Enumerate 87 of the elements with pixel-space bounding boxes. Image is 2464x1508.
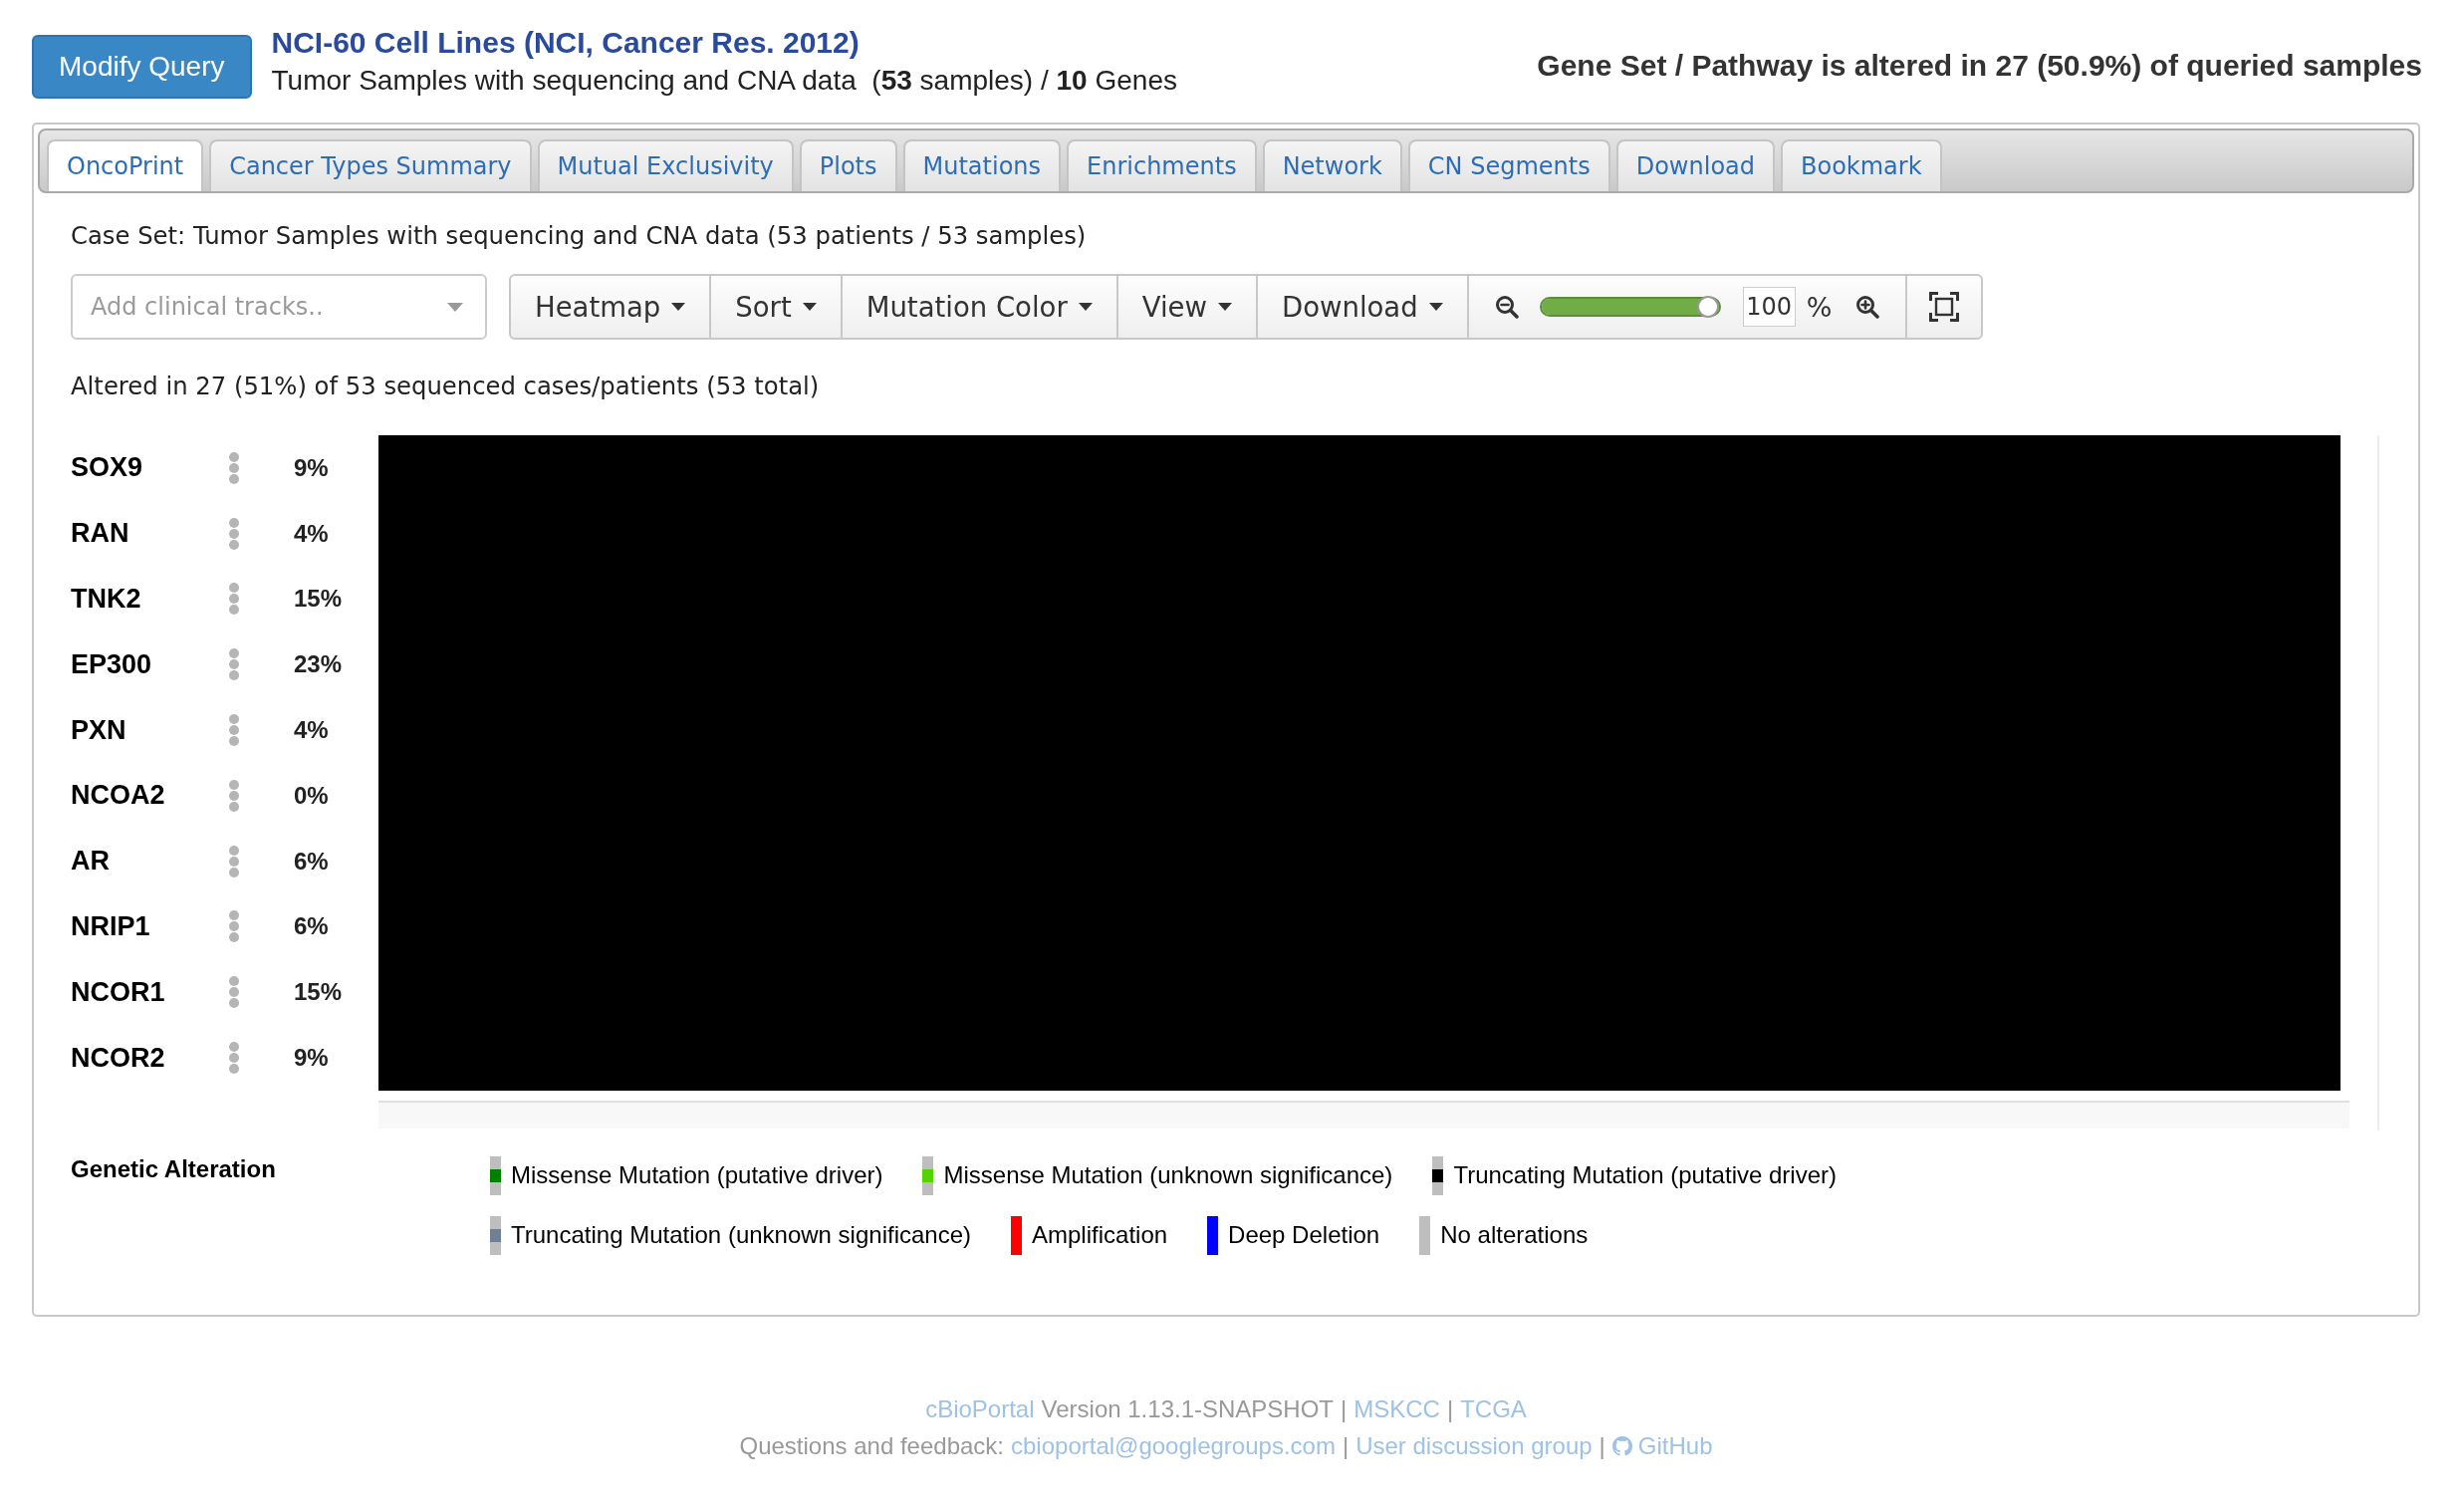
altered-percent: 23% (294, 650, 343, 679)
gene-label: NCOR1 (71, 976, 166, 1008)
legend-label: Deep Deletion (1228, 1221, 1380, 1249)
horizontal-scrollbar[interactable] (378, 1101, 2349, 1129)
gene-label: NCOA2 (71, 780, 166, 812)
legend-swatch-icon (1011, 1215, 1022, 1255)
legend-swatch-icon (490, 1155, 501, 1195)
study-subtitle: Tumor Samples with sequencing and CNA data (53 samples) / 10 Genes (271, 64, 1177, 98)
track-options-icon[interactable] (229, 583, 239, 616)
modify-query-button[interactable]: Modify Query (32, 35, 252, 99)
track-options-icon[interactable] (229, 714, 239, 747)
gene-label: NRIP1 (71, 910, 151, 942)
gene-label: TNK2 (71, 584, 142, 615)
footer-text: | (1341, 1394, 1348, 1424)
alteration-summary-heading: Gene Set / Pathway is altered in 27 (50.9%) of queried samples (1537, 48, 2422, 84)
zoom-in-icon[interactable] (1855, 295, 1880, 319)
altered-percent: 6% (294, 912, 329, 941)
altered-percent: 6% (294, 847, 329, 876)
github-icon (1611, 1435, 1632, 1456)
legend-swatch-icon (922, 1155, 934, 1195)
track-options-icon[interactable] (229, 976, 239, 1009)
legend-swatch-icon (1207, 1215, 1219, 1255)
tab[interactable]: Bookmark (1781, 139, 1942, 191)
altered-percent: 15% (294, 585, 343, 614)
tab[interactable]: OncoPrint (47, 139, 204, 191)
gene-label: RAN (71, 518, 130, 550)
caret-icon (1218, 303, 1232, 311)
dropdown-button[interactable]: Download (1256, 276, 1467, 338)
zoom-unit-label: % (1806, 291, 1833, 323)
tab[interactable]: Enrichments (1067, 139, 1257, 191)
footer-text: | (1446, 1394, 1454, 1424)
altered-percent: 9% (294, 453, 329, 482)
footer-text: | (1342, 1431, 1350, 1461)
footer-text: Version 1.13.1-SNAPSHOT (1041, 1394, 1334, 1424)
caret-icon (671, 303, 686, 311)
altered-percent: 15% (294, 978, 343, 1007)
caret-icon (1428, 303, 1443, 311)
gene-label: AR (71, 846, 111, 878)
legend-label: Truncating Mutation (unknown significance) (511, 1221, 971, 1249)
footer-text: | (1599, 1431, 1605, 1461)
track-options-icon[interactable] (229, 779, 239, 812)
caret-icon (447, 303, 463, 312)
dropdown-button[interactable]: Mutation Color (840, 276, 1116, 338)
legend-title: Genetic Alteration (71, 1155, 277, 1184)
altered-percent: 4% (294, 716, 329, 745)
legend-swatch-icon (1419, 1215, 1431, 1255)
tab[interactable]: Mutual Exclusivity (537, 139, 794, 191)
zoom-out-icon[interactable] (1494, 295, 1519, 319)
tab[interactable]: CN Segments (1407, 139, 1610, 191)
case-set-text: Case Set: Tumor Samples with sequencing and CNA data (53 patients / 53 samples) (71, 220, 1088, 252)
legend-swatch-icon (490, 1215, 501, 1255)
caret-icon (802, 303, 817, 311)
track-options-icon[interactable] (229, 910, 239, 943)
tab[interactable]: Cancer Types Summary (209, 139, 532, 191)
track-options-icon[interactable] (229, 845, 239, 878)
tab[interactable]: Plots (799, 139, 897, 191)
tab[interactable]: Network (1262, 139, 1402, 191)
track-options-icon[interactable] (229, 648, 239, 681)
track-options-icon[interactable] (229, 451, 239, 484)
gene-label: SOX9 (71, 452, 144, 484)
clinical-tracks-field[interactable]: Add clinical tracks.. (71, 274, 487, 340)
fit-frame-icon (1929, 292, 1960, 322)
caret-icon (1078, 303, 1093, 311)
tab[interactable]: Download (1615, 139, 1775, 191)
gene-label: EP300 (71, 648, 153, 680)
gene-label: NCOR2 (71, 1042, 166, 1074)
zoom-input[interactable]: 100 (1742, 287, 1796, 327)
dropdown-button[interactable]: View (1115, 276, 1256, 338)
legend-label: Truncating Mutation (putative driver) (1453, 1161, 1837, 1189)
altered-cases-text: Altered in 27 (51%) of 53 sequenced cases/patients (53 total) (71, 371, 821, 402)
track-options-icon[interactable] (229, 517, 239, 550)
zoom-slider-thumb[interactable] (1696, 296, 1719, 318)
footer-text: Questions and feedback: (739, 1431, 1004, 1461)
legend-label: Missense Mutation (unknown significance) (943, 1161, 1393, 1189)
legend-label: Missense Mutation (putative driver) (511, 1161, 883, 1189)
altered-percent: 4% (294, 519, 329, 548)
altered-percent: 9% (294, 1044, 329, 1073)
legend-label: No alterations (1440, 1221, 1589, 1249)
dropdown-button[interactable]: Sort (709, 276, 841, 338)
legend-swatch-icon (1432, 1155, 1444, 1195)
altered-percent: 0% (294, 781, 329, 810)
study-title-link[interactable]: NCI-60 Cell Lines (NCI, Cancer Res. 2012) (271, 24, 1177, 62)
legend-label: Amplification (1032, 1221, 1168, 1249)
dropdown-button[interactable]: Heatmap (511, 276, 710, 338)
gene-label: PXN (71, 714, 127, 746)
track-options-icon[interactable] (229, 1042, 239, 1075)
tab[interactable]: Mutations (902, 139, 1062, 191)
